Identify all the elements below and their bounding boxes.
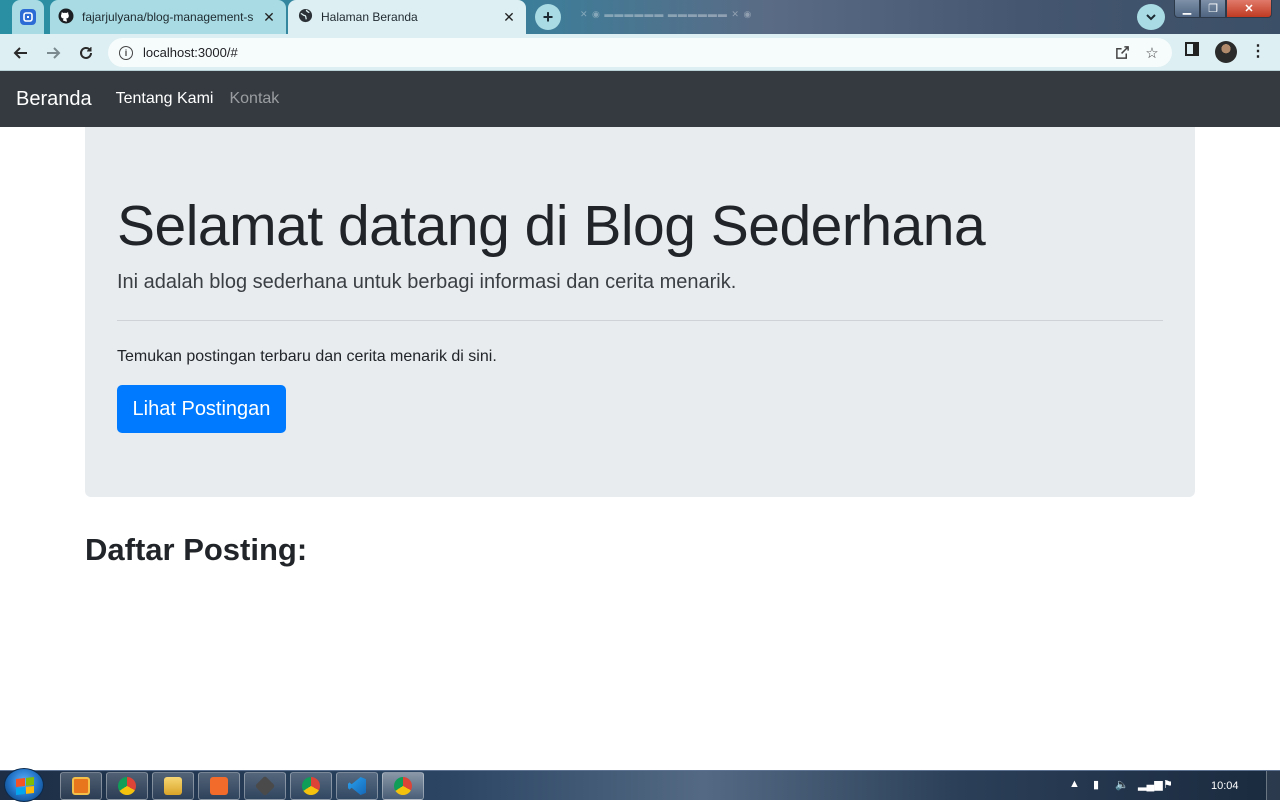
info-icon[interactable]: i bbox=[119, 45, 133, 60]
nav-link-kontak[interactable]: Kontak bbox=[229, 90, 279, 108]
navbar-brand[interactable]: Beranda bbox=[16, 88, 92, 111]
close-icon[interactable]: ✕ bbox=[500, 8, 518, 26]
view-posts-button[interactable]: Lihat Postingan bbox=[117, 385, 286, 433]
start-button[interactable] bbox=[4, 768, 44, 802]
background-tabs: ✕ ◉ ▬▬▬▬▬▬ ▬▬▬▬▬▬ ✕ ◉ bbox=[580, 9, 753, 19]
tray-expand-icon[interactable]: ▲ bbox=[1069, 778, 1080, 790]
jumbotron-text: Temukan postingan terbaru dan cerita men… bbox=[117, 348, 497, 365]
vscode-icon bbox=[348, 777, 366, 795]
tab-github[interactable]: fajarjulyana/blog-management-s ✕ bbox=[50, 0, 286, 34]
media-player-taskbar-button[interactable] bbox=[60, 772, 102, 800]
avatar bbox=[1215, 41, 1237, 63]
posts-section-title: Daftar Posting: bbox=[85, 532, 308, 567]
share-icon[interactable] bbox=[1112, 43, 1132, 63]
back-arrow-icon[interactable] bbox=[8, 40, 34, 66]
reload-icon[interactable] bbox=[73, 40, 99, 66]
url-text[interactable]: localhost:3000/# bbox=[143, 45, 1112, 60]
tab-search-button[interactable] bbox=[1137, 4, 1165, 30]
app-logo-icon bbox=[20, 9, 36, 25]
site-navbar: Beranda Tentang Kami Kontak bbox=[0, 71, 1280, 127]
os-taskbar: ▲ ▮ 🔈 ▂▄▆ ⚑ 10:04 bbox=[0, 768, 1280, 802]
chrome-icon bbox=[302, 777, 320, 795]
profile-avatar[interactable] bbox=[1215, 41, 1237, 63]
explorer-taskbar-button[interactable] bbox=[152, 772, 194, 800]
close-icon[interactable]: ✕ bbox=[260, 8, 278, 26]
chrome-icon bbox=[394, 777, 412, 795]
vscode-taskbar-button[interactable] bbox=[336, 772, 378, 800]
chrome-taskbar-button[interactable] bbox=[106, 772, 148, 800]
restore-button[interactable]: ❐ bbox=[1200, 0, 1226, 18]
globe-icon bbox=[298, 8, 313, 26]
network-signal-icon[interactable]: ▂▄▆ bbox=[1138, 778, 1163, 791]
tab-pinned[interactable] bbox=[12, 0, 44, 34]
chevron-down-icon bbox=[1146, 14, 1156, 21]
browser-tab-strip: fajarjulyana/blog-management-s ✕ Halaman… bbox=[0, 0, 1280, 34]
tab-title: Halaman Beranda bbox=[321, 10, 418, 24]
divider bbox=[117, 320, 1163, 321]
volume-icon[interactable]: 🔈 bbox=[1115, 778, 1129, 791]
forward-arrow-icon[interactable] bbox=[40, 40, 66, 66]
page-title: Selamat datang di Blog Sederhana bbox=[117, 194, 986, 258]
chrome-taskbar-button-active[interactable] bbox=[382, 772, 424, 800]
action-center-flag-icon[interactable]: ⚑ bbox=[1163, 778, 1173, 791]
chrome-taskbar-button-2[interactable] bbox=[290, 772, 332, 800]
menu-dots-icon[interactable]: ⋮ bbox=[1250, 41, 1266, 61]
address-bar[interactable]: i localhost:3000/# ☆ bbox=[108, 38, 1172, 67]
taskbar-clock[interactable]: 10:04 bbox=[1211, 780, 1239, 792]
side-panel-icon[interactable] bbox=[1184, 41, 1200, 57]
show-desktop-button[interactable] bbox=[1266, 771, 1280, 801]
nav-link-tentang-kami[interactable]: Tentang Kami bbox=[116, 90, 214, 108]
tab-title: fajarjulyana/blog-management-s bbox=[82, 10, 254, 24]
xampp-taskbar-button[interactable] bbox=[198, 772, 240, 800]
chrome-icon bbox=[118, 777, 136, 795]
new-tab-button[interactable]: + bbox=[535, 4, 561, 30]
window-controls: ▁ ❐ ✕ bbox=[1174, 0, 1272, 18]
bookmark-star-icon[interactable]: ☆ bbox=[1142, 43, 1162, 63]
tab-halaman-beranda[interactable]: Halaman Beranda ✕ bbox=[288, 0, 526, 34]
git-taskbar-button[interactable] bbox=[244, 772, 286, 800]
minimize-button[interactable]: ▁ bbox=[1174, 0, 1200, 18]
lead-text: Ini adalah blog sederhana untuk berbagi … bbox=[117, 271, 737, 293]
browser-toolbar: i localhost:3000/# ☆ ⋮ bbox=[0, 34, 1280, 71]
folder-icon bbox=[164, 777, 182, 795]
windows-logo-icon bbox=[16, 777, 34, 795]
github-icon bbox=[58, 8, 74, 27]
media-player-icon bbox=[72, 777, 90, 795]
battery-icon[interactable]: ▮ bbox=[1093, 778, 1099, 791]
close-window-button[interactable]: ✕ bbox=[1226, 0, 1272, 18]
jumbotron: Selamat datang di Blog Sederhana Ini ada… bbox=[85, 127, 1195, 497]
xampp-icon bbox=[210, 777, 228, 795]
git-icon bbox=[254, 775, 276, 797]
